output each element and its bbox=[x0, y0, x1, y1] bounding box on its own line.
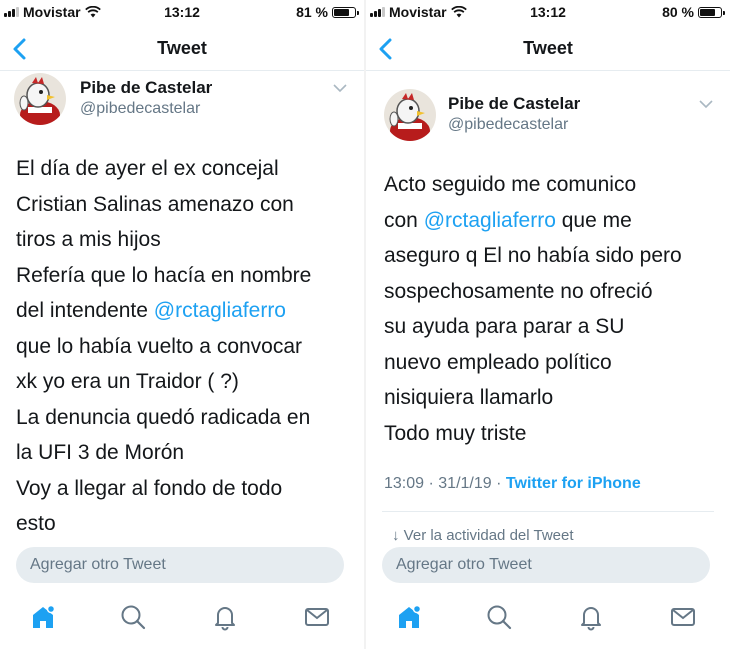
tweet-text-segment: xk yo era un Traidor ( ?) bbox=[16, 370, 239, 393]
tweet-line: aseguro q El no había sido pero bbox=[384, 238, 720, 274]
tweet-text-segment: tiros a mis hijos bbox=[16, 228, 161, 251]
tweet-time: 13:09 bbox=[384, 475, 425, 492]
battery-percent: 81 % bbox=[296, 4, 328, 20]
avatar-image bbox=[384, 89, 436, 141]
tweet-text-segment: del intendente bbox=[16, 299, 154, 322]
tweet-line: El día de ayer el ex concejal bbox=[16, 151, 354, 187]
tweet-detail[interactable]: Pibe de Castelar @pibedecastelar Acto se… bbox=[366, 71, 730, 541]
tweet-text-segment: Cristian Salinas amenazo con bbox=[16, 192, 294, 216]
tweet-line: Refería que lo hacía en nombre bbox=[16, 258, 354, 294]
tweet-line: nuevo empleado político bbox=[384, 345, 720, 381]
nav-bar: Tweet bbox=[0, 28, 364, 71]
mention-link[interactable]: @rctagliaferro bbox=[424, 209, 556, 232]
tweet-line: su ayuda para parar a SU bbox=[384, 309, 720, 345]
tweet-text: Acto seguido me comunico con @rctagliafer… bbox=[384, 167, 720, 451]
battery-percent: 80 % bbox=[662, 4, 694, 20]
tweet-line: tiros a mis hijos bbox=[16, 222, 354, 258]
tweet-text-segment: Voy a llegar al fondo de todo bbox=[16, 476, 283, 500]
tweet-text-segment: la UFI 3 de Morón bbox=[16, 441, 185, 464]
search-icon[interactable] bbox=[118, 602, 148, 632]
page-title: Tweet bbox=[157, 38, 207, 58]
tweet-date: 31/1/19 bbox=[438, 475, 492, 492]
tweet-text-segment: con bbox=[384, 208, 424, 232]
tweet-activity-link[interactable]: ↓ Ver la actividad del Tweet bbox=[392, 527, 574, 541]
tweet-line: Voy a llegar al fondo de todo bbox=[16, 471, 354, 507]
page-title: Tweet bbox=[523, 38, 573, 58]
status-bar: Movistar 13:12 80 % bbox=[366, 0, 730, 24]
battery-icon bbox=[698, 6, 725, 18]
tweet-text-segment: Acto seguido me comunico bbox=[384, 173, 637, 196]
avatar[interactable] bbox=[384, 89, 436, 141]
search-icon[interactable] bbox=[484, 602, 514, 632]
nav-bar: Tweet bbox=[366, 28, 730, 71]
tweet-line: con @rctagliaferro que me bbox=[384, 203, 720, 239]
tweet-text-segment: Refería que lo hacía en nombre bbox=[16, 263, 312, 287]
tweet-text-segment: sospechosamente no ofreció bbox=[384, 279, 653, 303]
author-handle[interactable]: @pibedecastelar bbox=[80, 100, 200, 118]
tweet-line: la UFI 3 de Morón bbox=[16, 435, 354, 471]
tweet-text-segment: que lo había vuelto a convocar bbox=[16, 334, 303, 358]
battery-icon bbox=[332, 6, 359, 18]
tweet-text-segment: aseguro q El no había sido pero bbox=[384, 244, 682, 267]
tweet-text-segment: su ayuda para parar a SU bbox=[384, 315, 625, 338]
tweet-line: Todo muy triste bbox=[384, 416, 720, 452]
tweet-text-segment: Todo muy triste bbox=[384, 421, 527, 445]
tweet-text-segment: El día de ayer el ex concejal bbox=[16, 157, 279, 180]
messages-icon[interactable] bbox=[668, 602, 698, 632]
tweet-line: xk yo era un Traidor ( ?) bbox=[16, 364, 354, 400]
battery-fill bbox=[700, 8, 716, 16]
chevron-down-icon[interactable] bbox=[332, 83, 348, 93]
tweet-line: Acto seguido me comunico bbox=[384, 167, 720, 203]
tweet-line: que lo había vuelto a convocar bbox=[16, 329, 354, 365]
tweet-activity-label: Ver la actividad del Tweet bbox=[403, 527, 574, 541]
activity-icon: ↓ bbox=[392, 527, 404, 541]
notifications-icon[interactable] bbox=[210, 602, 240, 632]
home-icon[interactable] bbox=[28, 602, 58, 632]
tweet-line: Cristian Salinas amenazo con bbox=[16, 187, 354, 223]
tweet-text: El día de ayer el ex concejal Cristian Sa… bbox=[16, 151, 354, 541]
author-name[interactable]: Pibe de Castelar bbox=[448, 94, 580, 114]
tweet-line: esto bbox=[16, 506, 354, 541]
home-icon[interactable] bbox=[394, 602, 424, 632]
messages-icon[interactable] bbox=[302, 602, 332, 632]
chevron-down-icon[interactable] bbox=[698, 99, 714, 109]
mention-link[interactable]: @rctagliaferro bbox=[154, 299, 286, 322]
battery-fill bbox=[334, 8, 350, 16]
notifications-icon[interactable] bbox=[576, 602, 606, 632]
author-name[interactable]: Pibe de Castelar bbox=[80, 78, 212, 98]
tweet-line: del intendente @rctagliaferro bbox=[16, 293, 354, 329]
tweet-text-segment: nuevo empleado político bbox=[384, 350, 612, 374]
tweet-line: sospechosamente no ofreció bbox=[384, 274, 720, 310]
screen-left: Movistar 13:12 81 % Tweet Pibe de Castel… bbox=[0, 0, 364, 649]
tweet-text-segment: nisiquiera llamarlo bbox=[384, 386, 554, 409]
divider bbox=[382, 511, 714, 512]
add-tweet-input[interactable]: Agregar otro Tweet bbox=[16, 547, 344, 583]
tweet-client-link[interactable]: Twitter for iPhone bbox=[506, 475, 641, 492]
tab-bar bbox=[0, 596, 364, 646]
tweet-text-segment: que me bbox=[555, 208, 632, 232]
tab-bar bbox=[366, 596, 730, 646]
avatar[interactable] bbox=[14, 73, 66, 125]
tweet-detail[interactable]: Pibe de Castelar @pibedecastelar El día … bbox=[0, 71, 364, 541]
author-handle[interactable]: @pibedecastelar bbox=[448, 116, 568, 134]
tweet-text-segment: La denuncia quedó radicada en bbox=[16, 405, 311, 429]
tweet-line: La denuncia quedó radicada en bbox=[16, 400, 354, 436]
avatar-image bbox=[14, 73, 66, 125]
add-tweet-input[interactable]: Agregar otro Tweet bbox=[382, 547, 710, 583]
screen-right: Movistar 13:12 80 % Tweet Pibe de Castel… bbox=[366, 0, 730, 649]
status-bar: Movistar 13:12 81 % bbox=[0, 0, 364, 24]
tweet-meta: 13:09 · 31/1/19 · Twitter for iPhone bbox=[384, 475, 641, 492]
tweet-text-segment: esto bbox=[16, 512, 56, 535]
tweet-line: nisiquiera llamarlo bbox=[384, 380, 720, 416]
